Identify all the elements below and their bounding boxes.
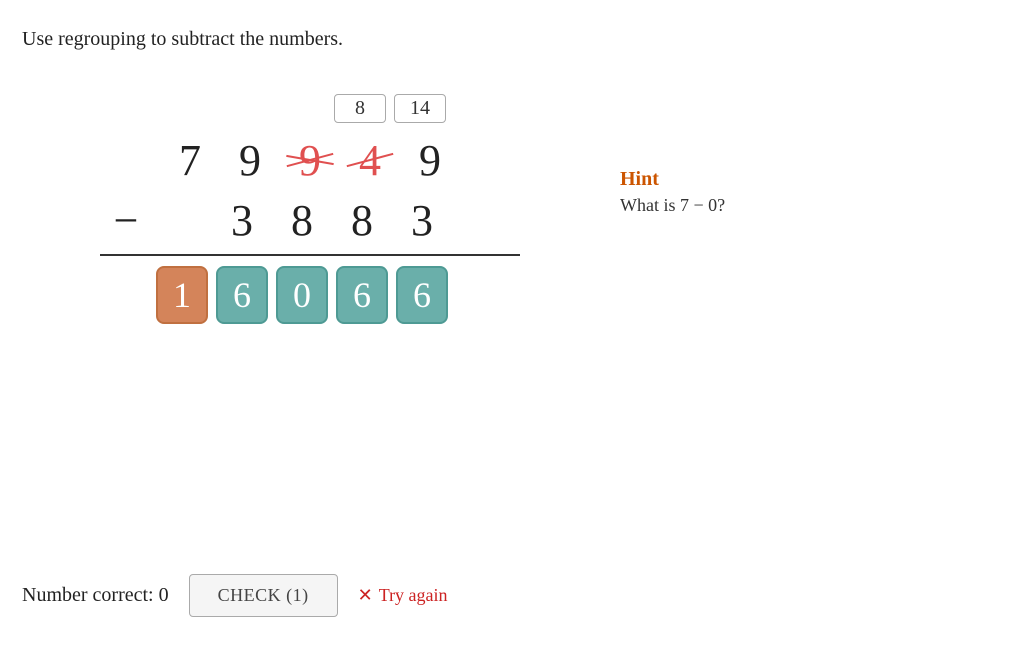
hint-title: Hint	[620, 168, 725, 191]
regroup-row: 8 14	[100, 90, 520, 126]
answer-box-3[interactable]: 0	[276, 266, 328, 324]
try-again-label: Try again	[379, 585, 448, 606]
hint-text: What is 7 − 0?	[620, 195, 725, 216]
minus-sign: −	[100, 195, 152, 246]
answer-box-5[interactable]: 6	[396, 266, 448, 324]
number-correct-label: Number correct: 0	[22, 584, 169, 607]
try-again-area[interactable]: ✕ Try again	[358, 585, 448, 606]
top-digit-4-crossed: 4	[344, 135, 396, 186]
top-digit-5: 9	[404, 135, 456, 186]
instruction-text: Use regrouping to subtract the numbers.	[22, 28, 343, 51]
bottom-digit-4: 3	[396, 195, 448, 246]
divider-line	[100, 254, 520, 256]
bottom-digit-3: 8	[336, 195, 388, 246]
top-digit-2: 9	[224, 135, 276, 186]
regroup-box-8: 8	[334, 94, 386, 123]
check-button[interactable]: CHECK (1)	[189, 574, 338, 617]
top-number-row: 7 9 9 4 9	[100, 130, 520, 190]
answer-box-4[interactable]: 6	[336, 266, 388, 324]
x-icon: ✕	[358, 585, 373, 606]
hint-area: Hint What is 7 − 0?	[620, 168, 725, 216]
top-digit-3-crossed: 9	[284, 135, 336, 186]
regroup-box-14: 14	[394, 94, 446, 123]
answer-box-2[interactable]: 6	[216, 266, 268, 324]
problem-area: 8 14 7 9 9 4 9 − 3 8 8 3 1 6 0 6 6	[100, 90, 520, 330]
answer-row: 1 6 0 6 6	[100, 260, 520, 330]
bottom-number-row: − 3 8 8 3	[100, 190, 520, 250]
answer-box-1[interactable]: 1	[156, 266, 208, 324]
bottom-bar: Number correct: 0 CHECK (1) ✕ Try again	[22, 574, 448, 617]
top-digit-1: 7	[164, 135, 216, 186]
bottom-digit-2: 8	[276, 195, 328, 246]
bottom-digit-1: 3	[216, 195, 268, 246]
